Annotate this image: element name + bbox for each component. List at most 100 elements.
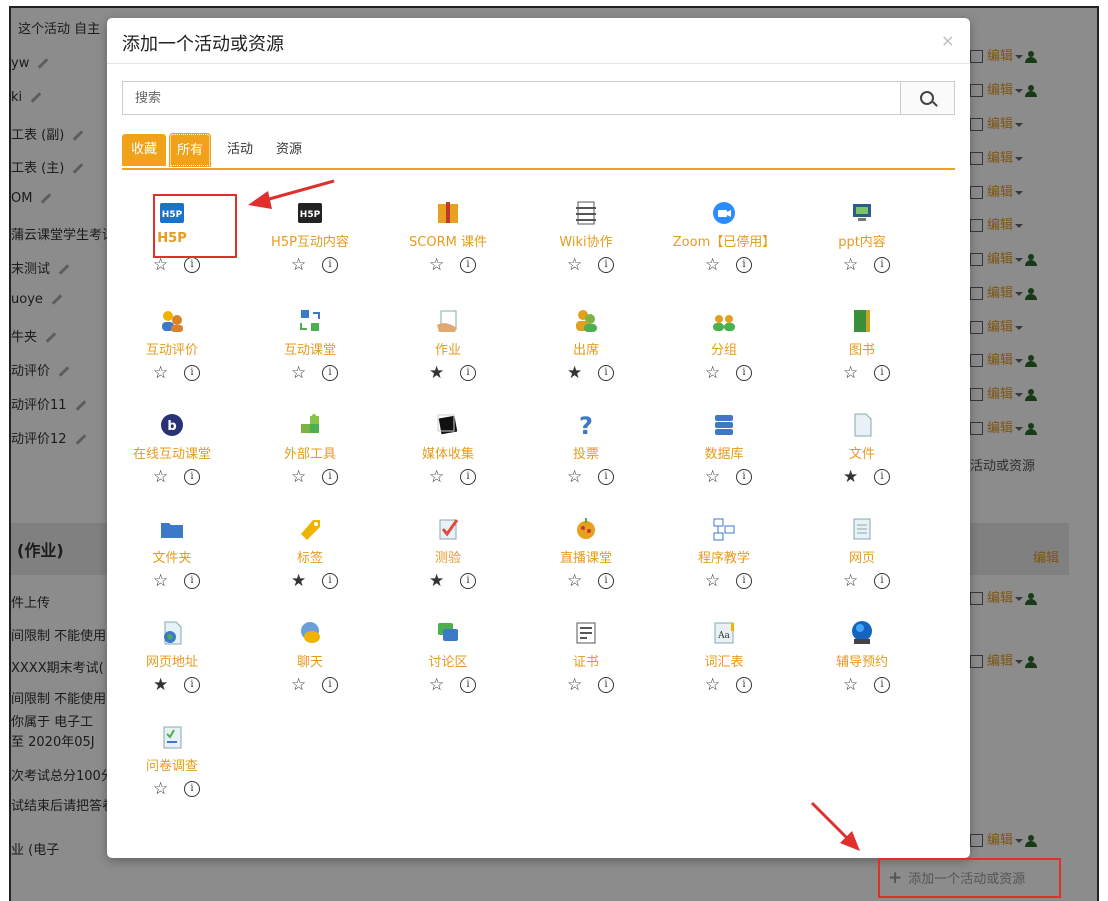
star-outline-icon[interactable]: ☆ — [705, 363, 720, 383]
activity-item[interactable]: 直播课堂 ☆ i — [521, 516, 651, 616]
star-outline-icon[interactable]: ☆ — [843, 571, 858, 591]
info-icon[interactable]: i — [460, 677, 476, 693]
activity-item[interactable]: 聊天 ☆ i — [245, 620, 375, 720]
activity-item[interactable]: Aa 词汇表 ☆ i — [659, 620, 789, 720]
star-filled-icon[interactable]: ★ — [429, 363, 444, 383]
info-icon[interactable]: i — [598, 365, 614, 381]
star-filled-icon[interactable]: ★ — [567, 363, 582, 383]
activity-item[interactable]: 文件 ★ i — [797, 412, 927, 512]
info-icon[interactable]: i — [598, 257, 614, 273]
star-outline-icon[interactable]: ☆ — [429, 467, 444, 487]
info-icon[interactable]: i — [598, 469, 614, 485]
star-outline-icon[interactable]: ☆ — [291, 467, 306, 487]
star-outline-icon[interactable]: ☆ — [705, 571, 720, 591]
info-icon[interactable]: i — [184, 781, 200, 797]
star-outline-icon[interactable]: ☆ — [567, 255, 582, 275]
activity-item[interactable]: 文件夹 ☆ i — [107, 516, 237, 616]
info-icon[interactable]: i — [736, 573, 752, 589]
info-icon[interactable]: i — [874, 573, 890, 589]
info-icon[interactable]: i — [184, 677, 200, 693]
star-filled-icon[interactable]: ★ — [153, 675, 168, 695]
svg-text:b: b — [167, 419, 176, 434]
info-icon[interactable]: i — [598, 573, 614, 589]
activity-item[interactable]: 出席 ★ i — [521, 308, 651, 408]
activity-item[interactable]: 测验 ★ i — [383, 516, 513, 616]
activity-item[interactable]: 图书 ☆ i — [797, 308, 927, 408]
tab-activities[interactable]: 活动 — [227, 134, 253, 166]
star-outline-icon[interactable]: ☆ — [429, 675, 444, 695]
star-outline-icon[interactable]: ☆ — [705, 255, 720, 275]
star-outline-icon[interactable]: ☆ — [153, 255, 168, 275]
info-icon[interactable]: i — [736, 365, 752, 381]
star-outline-icon[interactable]: ☆ — [429, 255, 444, 275]
tab-favorites[interactable]: 收藏 — [122, 134, 166, 166]
activity-item[interactable]: ppt内容 ☆ i — [797, 200, 927, 300]
activity-item[interactable]: 媒体收集 ☆ i — [383, 412, 513, 512]
star-outline-icon[interactable]: ☆ — [291, 255, 306, 275]
activity-item[interactable]: 互动课堂 ☆ i — [245, 308, 375, 408]
search-button[interactable] — [901, 81, 955, 115]
activity-item[interactable]: b 在线互动课堂 ☆ i — [107, 412, 237, 512]
star-outline-icon[interactable]: ☆ — [705, 467, 720, 487]
activity-item[interactable]: 互动评价 ☆ i — [107, 308, 237, 408]
activity-item[interactable]: ? 投票 ☆ i — [521, 412, 651, 512]
info-icon[interactable]: i — [184, 469, 200, 485]
info-icon[interactable]: i — [460, 573, 476, 589]
activity-item[interactable]: Wiki协作 ☆ i — [521, 200, 651, 300]
info-icon[interactable]: i — [874, 365, 890, 381]
star-outline-icon[interactable]: ☆ — [843, 675, 858, 695]
info-icon[interactable]: i — [322, 573, 338, 589]
info-icon[interactable]: i — [322, 257, 338, 273]
activity-item[interactable]: 讨论区 ☆ i — [383, 620, 513, 720]
info-icon[interactable]: i — [322, 677, 338, 693]
activity-item[interactable]: 程序教学 ☆ i — [659, 516, 789, 616]
info-icon[interactable]: i — [874, 677, 890, 693]
activity-item[interactable]: 数据库 ☆ i — [659, 412, 789, 512]
info-icon[interactable]: i — [736, 677, 752, 693]
info-icon[interactable]: i — [736, 469, 752, 485]
star-outline-icon[interactable]: ☆ — [567, 571, 582, 591]
info-icon[interactable]: i — [322, 469, 338, 485]
activity-item[interactable]: 问卷调查 ☆ i — [107, 724, 237, 824]
star-filled-icon[interactable]: ★ — [429, 571, 444, 591]
search-input[interactable] — [123, 82, 901, 114]
star-outline-icon[interactable]: ☆ — [843, 363, 858, 383]
activity-item[interactable]: SCORM 课件 ☆ i — [383, 200, 513, 300]
info-icon[interactable]: i — [184, 257, 200, 273]
info-icon[interactable]: i — [598, 677, 614, 693]
star-outline-icon[interactable]: ☆ — [705, 675, 720, 695]
info-icon[interactable]: i — [460, 365, 476, 381]
star-outline-icon[interactable]: ☆ — [291, 675, 306, 695]
activity-item[interactable]: Zoom【已停用】 ☆ i — [659, 200, 789, 300]
star-outline-icon[interactable]: ☆ — [291, 363, 306, 383]
info-icon[interactable]: i — [460, 257, 476, 273]
activity-item[interactable]: 标签 ★ i — [245, 516, 375, 616]
close-icon[interactable]: × — [941, 31, 954, 50]
activity-item[interactable]: 作业 ★ i — [383, 308, 513, 408]
activity-item[interactable]: 网页地址 ★ i — [107, 620, 237, 720]
star-outline-icon[interactable]: ☆ — [567, 675, 582, 695]
info-icon[interactable]: i — [460, 469, 476, 485]
star-outline-icon[interactable]: ☆ — [567, 467, 582, 487]
tab-all[interactable]: 所有 — [169, 133, 211, 167]
info-icon[interactable]: i — [874, 469, 890, 485]
star-outline-icon[interactable]: ☆ — [153, 779, 168, 799]
star-outline-icon[interactable]: ☆ — [153, 363, 168, 383]
activity-item[interactable]: 证书 ☆ i — [521, 620, 651, 720]
star-outline-icon[interactable]: ☆ — [153, 571, 168, 591]
tab-resources[interactable]: 资源 — [276, 134, 302, 166]
info-icon[interactable]: i — [184, 573, 200, 589]
star-filled-icon[interactable]: ★ — [843, 467, 858, 487]
info-icon[interactable]: i — [736, 257, 752, 273]
star-filled-icon[interactable]: ★ — [291, 571, 306, 591]
info-icon[interactable]: i — [322, 365, 338, 381]
activity-item[interactable]: 外部工具 ☆ i — [245, 412, 375, 512]
activity-item[interactable]: H5P H5P互动内容 ☆ i — [245, 200, 375, 300]
activity-item[interactable]: 网页 ☆ i — [797, 516, 927, 616]
star-outline-icon[interactable]: ☆ — [843, 255, 858, 275]
star-outline-icon[interactable]: ☆ — [153, 467, 168, 487]
info-icon[interactable]: i — [184, 365, 200, 381]
info-icon[interactable]: i — [874, 257, 890, 273]
activity-item[interactable]: 辅导预约 ☆ i — [797, 620, 927, 720]
activity-item[interactable]: 分组 ☆ i — [659, 308, 789, 408]
